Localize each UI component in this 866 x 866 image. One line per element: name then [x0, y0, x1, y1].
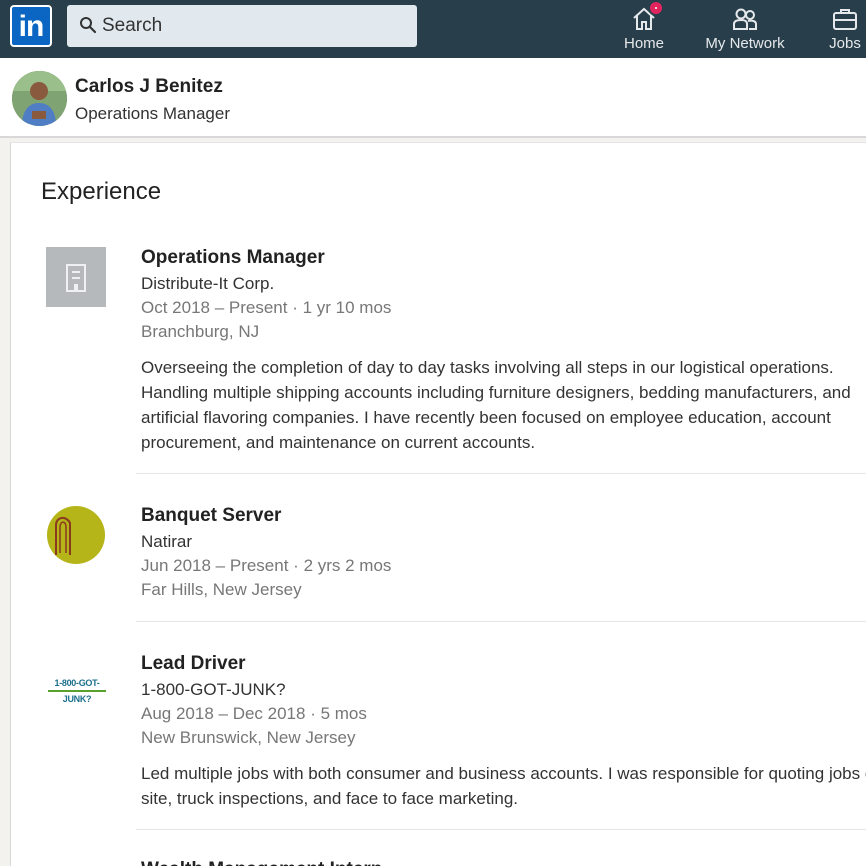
logo-underline: [48, 690, 106, 692]
company-name: Distribute-It Corp.: [141, 274, 275, 293]
employment-dates: Jun 2018 – Present · 2 yrs 2 mos: [141, 556, 392, 575]
people-icon: [733, 8, 757, 30]
job-location: Branchburg, NJ: [141, 322, 260, 341]
job-description: Overseeing the completion of day to day …: [141, 355, 866, 455]
building-icon: [66, 264, 86, 292]
date-range: Oct 2018 – Present: [141, 298, 288, 317]
profile-name[interactable]: Carlos J Benitez: [75, 75, 223, 99]
search-bar[interactable]: Search: [67, 5, 417, 47]
divider: [136, 829, 866, 830]
company-logo[interactable]: [46, 247, 106, 307]
duration: 2 yrs 2 mos: [303, 556, 392, 575]
got-junk-logo-text: 1-800-GOT-JUNK?: [54, 678, 100, 704]
linkedin-logo-text: in: [18, 10, 45, 43]
description-line: artificial flavoring companies. I have r…: [141, 408, 831, 427]
description-line: Led multiple jobs with both consumer and…: [141, 764, 866, 783]
company-logo[interactable]: 1-800-GOT-JUNK?: [46, 653, 106, 713]
company-name: 1-800-GOT-JUNK?: [141, 680, 286, 699]
divider: [136, 473, 866, 474]
linkedin-logo[interactable]: in: [10, 5, 52, 47]
job-description: Led multiple jobs with both consumer and…: [141, 761, 866, 811]
description-line: Overseeing the completion of day to day …: [141, 358, 834, 377]
nav-home-label: Home: [623, 35, 664, 52]
job-title[interactable]: Lead Driver: [141, 652, 246, 676]
duration: 1 yr 10 mos: [302, 298, 392, 317]
search-input[interactable]: Search: [102, 15, 162, 37]
description-line: procurement, and maintenance on current …: [141, 433, 536, 452]
job-title[interactable]: Banquet Server: [141, 504, 281, 528]
company-logo[interactable]: [46, 505, 106, 565]
job-title[interactable]: Wealth Management Intern: [141, 858, 382, 866]
job-title[interactable]: Operations Manager: [141, 246, 325, 270]
profile-header: Carlos J Benitez Operations Manager: [0, 58, 866, 138]
job-location: New Brunswick, New Jersey: [141, 728, 356, 747]
job-location: Far Hills, New Jersey: [141, 580, 302, 599]
top-nav: in Search Home My Network Jobs: [0, 0, 866, 58]
date-range: Jun 2018 – Present: [141, 556, 289, 575]
profile-headline: Operations Manager: [75, 104, 230, 123]
nav-jobs[interactable]: Jobs: [820, 0, 866, 58]
search-icon: [80, 17, 97, 34]
notification-badge: [648, 0, 664, 16]
avatar[interactable]: [12, 71, 67, 126]
nav-jobs-label: Jobs: [829, 35, 861, 52]
company-name: Natirar: [141, 532, 193, 551]
employment-dates: Oct 2018 – Present · 1 yr 10 mos: [141, 298, 392, 317]
duration: 5 mos: [320, 704, 367, 723]
nav-my-network-label: My Network: [705, 35, 785, 52]
date-range: Aug 2018 – Dec 2018: [141, 704, 306, 723]
description-line: site, truck inspections, and face to fac…: [141, 789, 519, 808]
nav-home[interactable]: Home: [614, 0, 674, 58]
briefcase-icon: [833, 9, 857, 30]
description-line: Handling multiple shipping accounts incl…: [141, 383, 851, 402]
section-title: Experience: [41, 178, 162, 205]
divider: [136, 621, 866, 622]
nav-my-network[interactable]: My Network: [700, 0, 790, 58]
avatar-photo: [12, 71, 67, 126]
natirar-logo: [47, 506, 105, 564]
experience-section: Experience Operations Manager Distribute…: [10, 142, 866, 866]
employment-dates: Aug 2018 – Dec 2018 · 5 mos: [141, 704, 367, 723]
